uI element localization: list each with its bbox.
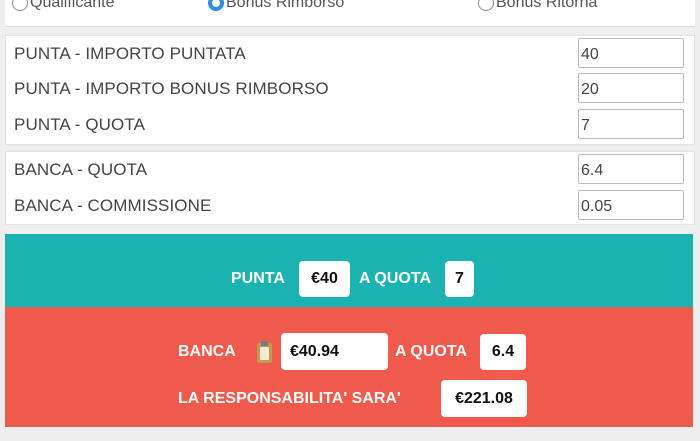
punta-quota-input[interactable] [578,109,684,139]
banca-quota-label: BANCA - QUOTA [14,160,148,179]
banca-a-quota-label: A QUOTA [395,343,467,360]
radio-bonus-rimborso[interactable]: Bonus Rimborso [208,0,344,13]
banca-result-word: BANCA [178,343,236,360]
punta-a-quota-label: A QUOTA [359,270,431,287]
punta-section: PUNTA - IMPORTO PUNTATA PUNTA - IMPORTO … [5,35,695,145]
banca-amount-field[interactable] [281,333,388,370]
radio-circle-icon[interactable] [478,0,494,11]
banca-commissione-input[interactable] [578,190,684,220]
radio-bonus-ritorna[interactable]: Bonus Ritorna [478,0,597,13]
banca-result-quota: 6.4 [480,334,526,370]
radio-selected-icon[interactable] [208,0,224,11]
banca-commissione-row: BANCA - COMMISSIONE [6,188,694,224]
punta-bonus-row: PUNTA - IMPORTO BONUS RIMBORSO [6,71,694,107]
punta-importo-row: PUNTA - IMPORTO PUNTATA [6,36,694,72]
banca-section: BANCA - QUOTA BANCA - COMMISSIONE [5,151,695,225]
banca-commissione-label: BANCA - COMMISSIONE [14,196,212,215]
punta-result-quota: 7 [445,261,474,297]
punta-bonus-input[interactable] [578,73,684,103]
banca-quota-row: BANCA - QUOTA [6,152,694,188]
radio-label: Bonus Ritorna [496,0,598,11]
banca-amount-input[interactable] [281,342,388,361]
punta-quota-label: PUNTA - QUOTA [14,115,146,134]
punta-result-word: PUNTA [231,270,285,287]
responsabilita-label: LA RESPONSABILITA' SARA' [178,390,401,407]
banca-result-panel: BANCA A QUOTA 6.4 LA RESPONSABILITA' SAR… [5,307,693,427]
punta-importo-label: PUNTA - IMPORTO PUNTATA [14,44,246,63]
radio-label: Qualificante [30,0,115,11]
clipboard-icon[interactable] [257,341,272,363]
responsabilita-value: €221.08 [441,380,527,417]
punta-importo-input[interactable] [578,38,684,68]
punta-quota-row: PUNTA - QUOTA [6,107,694,143]
radio-circle-icon[interactable] [12,0,28,11]
punta-bonus-label: PUNTA - IMPORTO BONUS RIMBORSO [14,79,329,98]
radio-qualificante[interactable]: Qualificante [12,0,115,13]
mode-selector: Qualificante Bonus Rimborso Bonus Ritorn… [5,0,695,27]
punta-result-amount: €40 [299,261,350,297]
banca-quota-input[interactable] [578,154,684,184]
radio-label: Bonus Rimborso [226,0,345,11]
punta-result-panel: PUNTA €40 A QUOTA 7 [5,234,693,307]
